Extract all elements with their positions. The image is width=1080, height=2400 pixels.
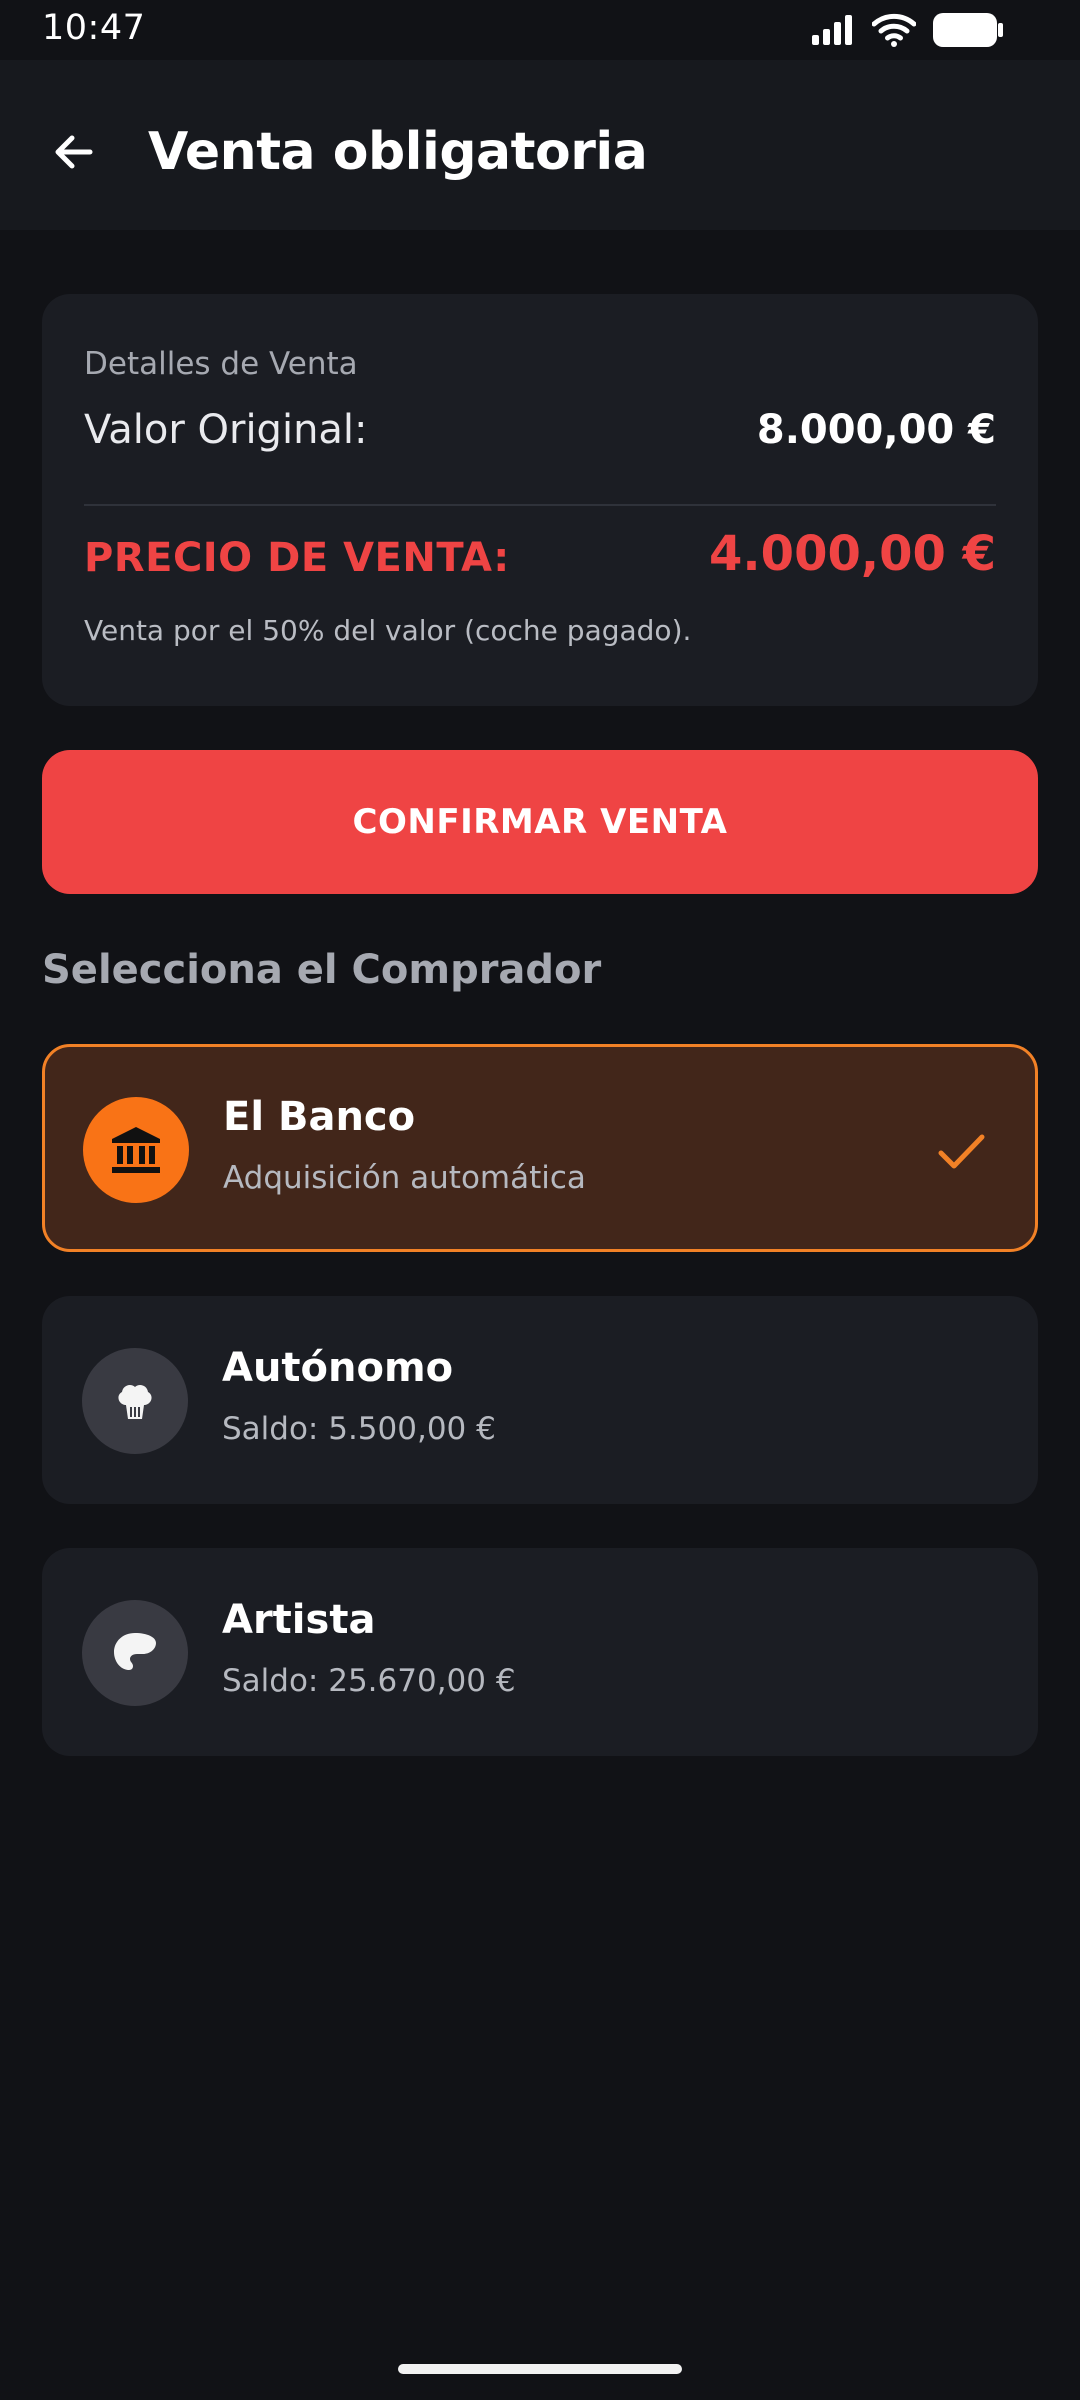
buyer-name: El Banco (223, 1094, 416, 1140)
buyer-subtitle: Saldo: 5.500,00 € (222, 1411, 496, 1447)
back-button[interactable] (34, 112, 114, 192)
buyer-option-artista[interactable]: Artista Saldo: 25.670,00 € (42, 1548, 1038, 1756)
battery-icon (932, 12, 1004, 52)
buyer-subtitle: Saldo: 25.670,00 € (222, 1663, 516, 1699)
divider (84, 504, 996, 506)
arrow-left-icon (55, 135, 93, 169)
chef-hat-icon (118, 1384, 152, 1419)
confirm-sale-button[interactable]: CONFIRMAR VENTA (42, 750, 1038, 894)
home-indicator[interactable] (398, 2364, 682, 2374)
buyer-avatar (82, 1600, 188, 1706)
check-icon (938, 1134, 985, 1169)
status-icons (810, 12, 1004, 52)
sale-price-label: PRECIO DE VENTA: (84, 535, 510, 581)
status-time: 10:47 (42, 8, 146, 48)
sale-note: Venta por el 50% del valor (coche pagado… (84, 614, 692, 647)
palette-icon (114, 1633, 156, 1670)
buyer-avatar (82, 1348, 188, 1454)
bank-icon (112, 1127, 160, 1173)
original-value-label: Valor Original: (84, 407, 368, 453)
buyer-avatar (83, 1097, 189, 1203)
original-value-amount: 8.000,00 € (756, 407, 996, 453)
sale-price-amount: 4.000,00 € (709, 526, 996, 582)
signal-icon (810, 15, 856, 49)
buyer-option-autonomo[interactable]: Autónomo Saldo: 5.500,00 € (42, 1296, 1038, 1504)
buyer-option-bank[interactable]: El Banco Adquisición automática (42, 1044, 1038, 1252)
wifi-icon (871, 13, 917, 51)
page-title: Venta obligatoria (148, 122, 648, 182)
buyer-section-title: Selecciona el Comprador (42, 947, 602, 993)
buyer-name: Autónomo (222, 1345, 454, 1391)
sale-details-card: Detalles de Venta Valor Original: 8.000,… (42, 294, 1038, 706)
buyer-name: Artista (222, 1597, 376, 1643)
buyer-subtitle: Adquisición automática (223, 1160, 586, 1196)
app-bar: Venta obligatoria (0, 60, 1080, 230)
sale-details-heading: Detalles de Venta (84, 346, 358, 382)
status-bar: 10:47 (0, 0, 1080, 60)
